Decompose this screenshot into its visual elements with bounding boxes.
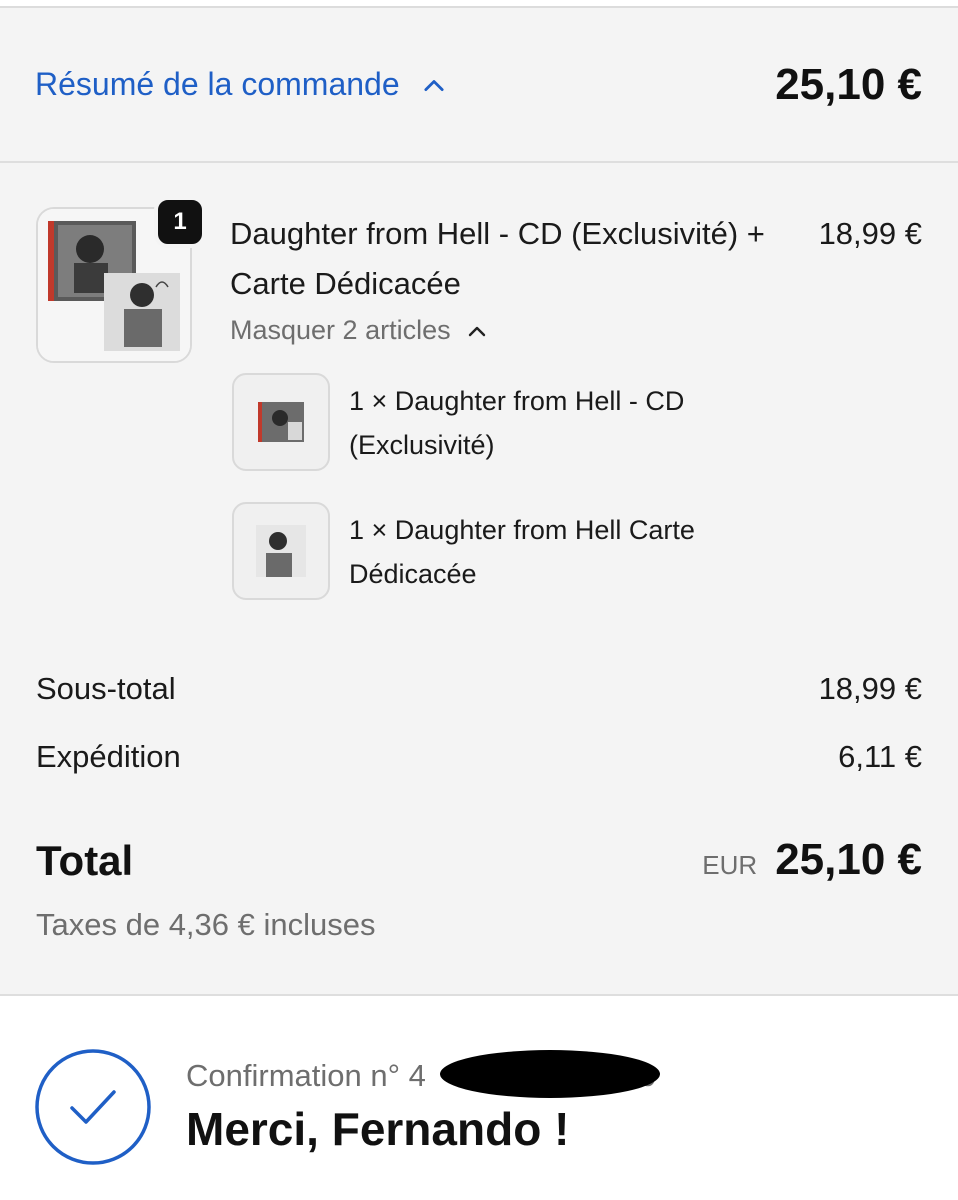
check-circle-icon	[35, 1049, 151, 1165]
bundle-item-cd: 1 × Daughter from Hell - CD (Exclusivité…	[232, 373, 832, 473]
total-amount: EUR 25,10 €	[702, 835, 922, 885]
shipping-row: Expédition 6,11 €	[36, 739, 922, 775]
subtotal-row: Sous-total 18,99 €	[36, 671, 922, 707]
confirmation-section: Confirmation n° 420 Merci, Fernando !	[0, 998, 958, 1200]
total-label: Total	[36, 837, 134, 884]
shipping-value: 6,11 €	[838, 739, 922, 774]
confirmation-number-label: Confirmation n° 4	[186, 1058, 426, 1093]
product-price: 18,99 €	[818, 216, 922, 251]
shipping-label: Expédition	[36, 739, 181, 774]
subtotal-value: 18,99 €	[818, 671, 922, 706]
order-summary-toggle[interactable]: Résumé de la commande	[35, 66, 448, 103]
bundle-item-card-text: 1 × Daughter from Hell Carte Dédicacée	[349, 515, 695, 589]
total-value: 25,10 €	[775, 835, 922, 884]
order-summary-toggle-label: Résumé de la commande	[35, 66, 400, 102]
taxes-note: Taxes de 4,36 € incluses	[36, 907, 376, 942]
bundle-item-card: 1 × Daughter from Hell Carte Dédicacée	[232, 502, 832, 602]
bundle-item-cd-text: 1 × Daughter from Hell - CD (Exclusivité…	[349, 386, 685, 460]
chevron-up-icon	[468, 326, 485, 336]
hide-items-label: Masquer 2 articles	[230, 315, 451, 345]
redaction-mark	[440, 1050, 660, 1098]
order-summary-bar: Résumé de la commande 25,10 €	[0, 8, 958, 163]
currency-code: EUR	[702, 850, 758, 880]
thank-you-heading: Merci, Fernando !	[186, 1103, 570, 1155]
card-thumbnail	[232, 502, 330, 600]
cd-thumbnail	[232, 373, 330, 471]
quantity-badge: 1	[154, 196, 206, 248]
product-title: Daughter from Hell - CD (Exclusivité) + …	[230, 216, 765, 301]
order-summary-total: 25,10 €	[775, 60, 922, 109]
order-details-panel: 1 Daughter from Hell - CD (Exclusivité) …	[0, 163, 958, 996]
subtotal-label: Sous-total	[36, 671, 176, 706]
chevron-up-icon	[424, 79, 444, 91]
hide-items-toggle[interactable]: Masquer 2 articles	[230, 315, 489, 346]
top-divider	[0, 0, 958, 8]
